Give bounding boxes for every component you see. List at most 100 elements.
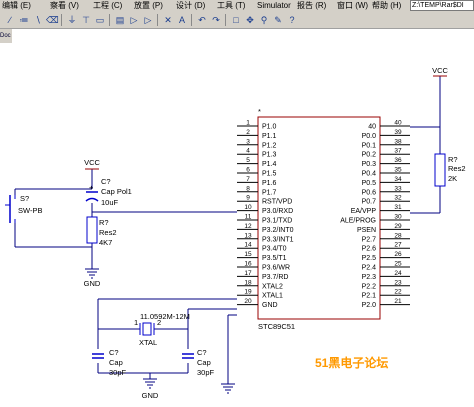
sheet-symbol-tool-icon[interactable]: ▤ [114, 14, 126, 26]
capacitor-value: 30pF [197, 368, 215, 377]
resistor-r-right[interactable]: R? Res2 2K [434, 153, 466, 187]
pin-name-10: P3.0/RXD [262, 208, 293, 215]
menu-window[interactable]: 窗口 (W) [337, 0, 368, 12]
gnd-label: GND [142, 391, 159, 400]
pin-number-15: 15 [244, 251, 252, 258]
menu-edit[interactable]: 编辑 (E) [2, 0, 31, 12]
pin-number-25: 25 [394, 261, 402, 268]
pin-number-31: 31 [394, 204, 402, 211]
menu-tools[interactable]: 工具 (T) [217, 0, 245, 12]
watermark: 51黑电子论坛 [315, 355, 388, 370]
sheet-entry-tool-icon[interactable]: ▷ [128, 14, 140, 26]
wire-tool-icon[interactable]: ∕ [4, 14, 16, 26]
pin-name-1: P1.0 [262, 124, 277, 131]
help-tool-icon[interactable]: ? [286, 14, 298, 26]
gnd-power-port-pin20[interactable] [221, 383, 235, 394]
pin-name-14: P3.4/T0 [262, 246, 287, 253]
probe-tool-icon[interactable]: ✎ [272, 14, 284, 26]
pin-name-26: P2.5 [362, 255, 377, 262]
pin-number-3: 3 [246, 138, 250, 145]
pin-name-21: P2.0 [362, 302, 377, 309]
chip-name: STC89C51 [258, 322, 295, 331]
pin-number-10: 10 [244, 204, 252, 211]
gnd-power-port-bottom[interactable]: GND [142, 378, 159, 400]
vcc-tool-icon[interactable]: ⊤ [80, 14, 92, 26]
capacitor-type: Cap [109, 358, 123, 367]
toolbar-separator [225, 14, 226, 26]
pin-name-33: P0.6 [362, 189, 377, 196]
select-tool-icon[interactable]: □ [230, 14, 242, 26]
gnd-label: GND [84, 279, 101, 288]
switch-sw-pb[interactable]: S? SW-PB [5, 194, 42, 223]
pin-name-7: P1.6 [262, 180, 277, 187]
document-path-field[interactable]: Z:\TEMP\Rar$DI [410, 0, 474, 11]
pin-number-27: 27 [394, 242, 402, 249]
pin-name-25: P2.4 [362, 265, 377, 272]
menu-view[interactable]: 察看 (V) [50, 0, 79, 12]
schematic-canvas[interactable]: VCC R? Res2 2K VCC + C? Cap Pol1 10uF S?… [0, 29, 474, 402]
capacitor-ref: C? [109, 348, 119, 357]
vcc-power-port-left[interactable]: VCC [84, 158, 100, 170]
pin-name-19: XTAL1 [262, 293, 283, 300]
menu-help[interactable]: 帮助 (H) [372, 0, 401, 12]
pin-number-22: 22 [394, 289, 402, 296]
net-label-tool-icon[interactable]: ⌫ [46, 14, 59, 26]
gnd-tool-icon[interactable]: ⏚ [66, 14, 78, 26]
toolbar: ∕ ≔ ∖ ⌫ ⏚ ⊤ ▭ ▤ ▷ ▷ ✕ A ↶ ↷ □ ✥ ⚲ ✎ ? [0, 12, 474, 29]
resistor-ref: R? [99, 218, 109, 227]
capacitor-pol-c-top[interactable]: + C? Cap Pol1 10uF [85, 177, 132, 207]
zoom-tool-icon[interactable]: ⚲ [258, 14, 270, 26]
mcu-stc89c51[interactable]: * STC89C51 1 P1.0 2 P1.1 3 P1.2 4 P1.3 5 P1.4 6 P1.… [237, 107, 410, 331]
pin-name-30: ALE/PROG [340, 218, 376, 225]
crystal-type: XTAL [139, 338, 157, 347]
pin-number-32: 32 [394, 195, 402, 202]
capacitor-ref: C? [197, 348, 207, 357]
pin-name-18: XTAL2 [262, 283, 283, 290]
resistor-r-left[interactable]: R? Res2 4K7 [86, 216, 117, 247]
move-tool-icon[interactable]: ✥ [244, 14, 256, 26]
menu-reports[interactable]: 报告 (R) [297, 0, 326, 12]
pin-number-24: 24 [394, 270, 402, 277]
crystal-pin1: 1 [134, 318, 138, 327]
pin-name-28: P2.7 [362, 236, 377, 243]
bus-entry-tool-icon[interactable]: ∖ [32, 14, 44, 26]
text-tool-icon[interactable]: A [176, 14, 188, 26]
no-erc-tool-icon[interactable]: ✕ [162, 14, 174, 26]
menu-bar: 编辑 (E) 察看 (V) 工程 (C) 放置 (P) 设计 (D) 工具 (T… [0, 0, 474, 12]
capacitor-type: Cap [197, 358, 211, 367]
pin-number-20: 20 [244, 298, 252, 305]
pin-name-6: P1.5 [262, 171, 277, 178]
menu-simulator[interactable]: Simulator [257, 0, 291, 12]
undo-tool-icon[interactable]: ↶ [196, 14, 208, 26]
toolbar-separator [109, 14, 110, 26]
pin-number-29: 29 [394, 223, 402, 230]
resistor-type: Res2 [448, 164, 466, 173]
pin-name-9: RST/VPD [262, 199, 292, 206]
pin-number-19: 19 [244, 289, 252, 296]
pin-name-15: P3.5/T1 [262, 255, 287, 262]
gnd-power-port-left[interactable]: GND [84, 268, 101, 288]
pin-number-11: 11 [245, 214, 252, 221]
part-tool-icon[interactable]: ▭ [94, 14, 106, 26]
toolbar-separator [157, 14, 158, 26]
resistor-value: 2K [448, 174, 457, 183]
capacitor-value: 30pF [109, 368, 127, 377]
vcc-power-port-right[interactable]: VCC [432, 66, 448, 77]
pin-name-23: P2.2 [362, 283, 377, 290]
capacitor-type: Cap Pol1 [101, 187, 132, 196]
resistor-ref: R? [448, 155, 458, 164]
pin-number-1: 1 [246, 120, 250, 127]
redo-tool-icon[interactable]: ↷ [210, 14, 222, 26]
port-tool-icon[interactable]: ▷ [142, 14, 154, 26]
chip-ref-marker: * [258, 107, 261, 116]
menu-place[interactable]: 放置 (P) [134, 0, 163, 12]
menu-design[interactable]: 设计 (D) [176, 0, 205, 12]
pin-number-7: 7 [246, 176, 250, 183]
menu-project[interactable]: 工程 (C) [93, 0, 122, 12]
pin-number-5: 5 [246, 157, 250, 164]
pin-name-13: P3.3/INT1 [262, 236, 294, 243]
bus-tool-icon[interactable]: ≔ [18, 14, 30, 26]
capacitor-c-x1[interactable]: C? Cap 30pF [92, 348, 127, 377]
pin-name-22: P2.1 [362, 293, 377, 300]
switch-ref: S? [20, 194, 29, 203]
